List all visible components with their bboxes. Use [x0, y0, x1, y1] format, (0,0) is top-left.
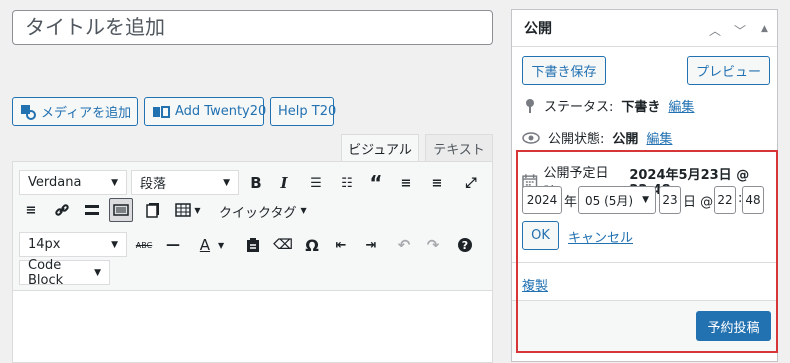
chevron-down-icon: ▼: [94, 267, 101, 278]
help-t20-button[interactable]: Help T20: [270, 97, 337, 126]
status-row: ステータス: 下書き 編集: [524, 96, 694, 115]
move-down-icon[interactable]: ﹀: [734, 22, 746, 39]
add-twenty20-button[interactable]: Add Twenty20: [144, 97, 267, 126]
media-icon: [21, 104, 36, 120]
edit-visibility-link[interactable]: 編集: [646, 128, 672, 147]
undo-icon[interactable]: ↶: [392, 233, 416, 257]
edit-status-link[interactable]: 編集: [668, 96, 694, 115]
align-right-icon[interactable]: ≡: [19, 198, 43, 222]
link-icon[interactable]: [50, 198, 74, 222]
bullet-list-icon[interactable]: ☰: [304, 171, 328, 195]
status-value: 下書き: [621, 100, 661, 115]
tab-visual-label: ビジュアル: [348, 143, 412, 158]
blockquote-icon[interactable]: “: [364, 171, 388, 195]
horizontal-line-icon[interactable]: —: [161, 233, 185, 257]
add-media-button[interactable]: メディアを追加: [12, 97, 138, 126]
add-media-label: メディアを追加: [41, 106, 132, 121]
font-family-select[interactable]: Verdana ▼: [19, 170, 127, 195]
numbered-list-icon[interactable]: ☷: [335, 171, 359, 195]
save-draft-button[interactable]: 下書き保存: [522, 56, 606, 85]
paste-icon[interactable]: [141, 198, 165, 222]
indent-icon[interactable]: ⇥: [359, 233, 383, 257]
tab-visual[interactable]: ビジュアル: [341, 134, 419, 162]
text-color-icon[interactable]: A ▼: [191, 233, 233, 257]
align-left-icon[interactable]: ≡: [394, 171, 418, 195]
italic-icon[interactable]: I: [272, 171, 296, 195]
preview-button[interactable]: プレビュー: [687, 56, 770, 85]
outdent-icon[interactable]: ⇤: [329, 233, 353, 257]
chevron-down-icon: ▼: [111, 177, 118, 188]
twenty20-icon: [153, 105, 170, 118]
format-value: 段落: [140, 177, 167, 192]
editor-toolbar: Verdana ▼ 段落 ▼ B I ☰ ☷ “ ≡ ≡ ⤢ ≡ ▼ クイックタグ ▼…: [13, 162, 492, 291]
preview-label: プレビュー: [695, 65, 761, 80]
add-twenty20-label: Add Twenty20: [175, 104, 267, 119]
visibility-value: 公開: [612, 132, 639, 147]
visibility-row: 公開状態: 公開 編集: [522, 128, 672, 147]
svg-text:?: ?: [462, 239, 468, 252]
quick-tags-label: クイックタグ: [219, 206, 297, 221]
save-draft-label: 下書き保存: [531, 65, 597, 80]
tab-text[interactable]: テキスト: [425, 134, 493, 162]
strikethrough-icon[interactable]: ABC: [132, 233, 156, 257]
bold-icon[interactable]: B: [244, 171, 268, 195]
paste-text-icon[interactable]: [241, 233, 265, 257]
publish-heading: 公開: [524, 21, 552, 37]
tab-text-label: テキスト: [433, 143, 485, 158]
schedule-highlight: [516, 150, 778, 353]
title-input[interactable]: タイトルを追加: [12, 10, 493, 45]
chevron-down-icon: ▼: [111, 239, 118, 250]
quick-tags-menu[interactable]: クイックタグ ▼: [219, 202, 307, 221]
read-more-icon[interactable]: [80, 198, 104, 222]
font-size-value: 14px: [28, 237, 61, 252]
fullscreen-icon[interactable]: ⤢: [459, 171, 483, 195]
collapse-icon[interactable]: ▲: [761, 24, 768, 34]
font-family-value: Verdana: [28, 175, 82, 190]
font-size-select[interactable]: 14px ▼: [19, 232, 127, 257]
code-block-select[interactable]: Code Block ▼: [19, 257, 110, 288]
pin-icon: [526, 98, 534, 113]
help-t20-label: Help T20: [278, 104, 337, 119]
status-label: ステータス:: [544, 100, 614, 115]
editor[interactable]: Verdana ▼ 段落 ▼ B I ☰ ☷ “ ≡ ≡ ⤢ ≡ ▼ クイックタグ ▼…: [12, 161, 493, 363]
move-up-icon[interactable]: ︿: [709, 22, 721, 39]
special-character-icon[interactable]: Ω: [300, 233, 324, 257]
visibility-label: 公開状態:: [548, 132, 605, 147]
chevron-down-icon: ▼: [300, 206, 307, 215]
toolbar-toggle-icon[interactable]: [109, 198, 133, 222]
align-center-icon[interactable]: ≡: [425, 171, 449, 195]
help-icon[interactable]: ?: [453, 233, 477, 257]
eye-icon: [522, 131, 540, 144]
table-icon[interactable]: ▼: [171, 198, 205, 222]
redo-icon[interactable]: ↷: [421, 233, 445, 257]
clear-formatting-icon[interactable]: ⌫: [271, 233, 295, 257]
format-select[interactable]: 段落 ▼: [131, 170, 239, 195]
chevron-down-icon: ▼: [223, 177, 230, 188]
code-block-value: Code Block: [28, 257, 64, 288]
